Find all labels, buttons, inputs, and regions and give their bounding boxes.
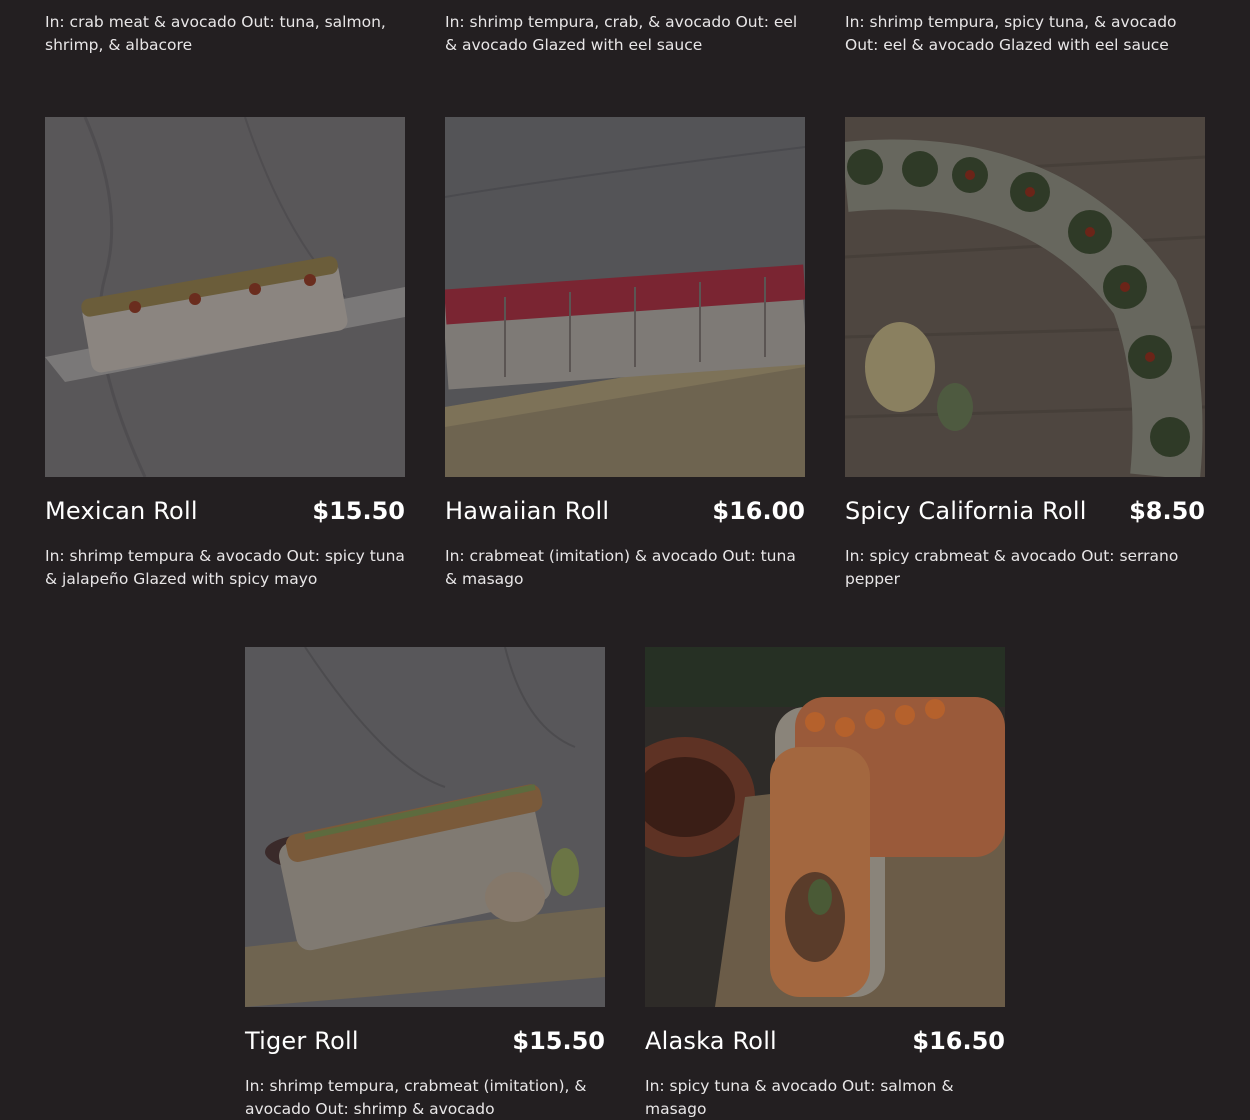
- menu-item-description: In: crabmeat (imitation) & avocado Out: …: [445, 547, 796, 588]
- alaska-roll-photo: [645, 647, 1005, 1007]
- menu-item-description: In: shrimp tempura, crab, & avocado Out:…: [445, 13, 798, 54]
- menu-item-name: Mexican Roll: [45, 497, 198, 525]
- menu-item-name: Hawaiian Roll: [445, 497, 610, 525]
- menu-item-card[interactable]: Tiger Roll $15.50 In: shrimp tempura, cr…: [245, 647, 605, 1120]
- tiger-roll-photo: [245, 647, 605, 1007]
- menu-item-name: Spicy California Roll: [845, 497, 1087, 525]
- menu-item-description: In: spicy crabmeat & avocado Out: serran…: [845, 547, 1179, 588]
- menu-item-card[interactable]: Mexican Roll $15.50 In: shrimp tempura &…: [45, 117, 405, 591]
- menu-item-description: In: shrimp tempura & avocado Out: spicy …: [45, 547, 405, 588]
- menu-item-name: Alaska Roll: [645, 1027, 777, 1055]
- hawaiian-roll-photo: [445, 117, 805, 477]
- menu-item-description: In: shrimp tempura, spicy tuna, & avocad…: [845, 13, 1177, 54]
- spicy-california-roll-photo: [845, 117, 1205, 477]
- menu-item-price: $16.00: [712, 497, 805, 525]
- menu-page: In: crab meat & avocado Out: tuna, salmo…: [0, 0, 1250, 1120]
- mexican-roll-photo: [45, 117, 405, 477]
- menu-item-description: In: spicy tuna & avocado Out: salmon & m…: [645, 1077, 954, 1118]
- menu-item-card[interactable]: Hawaiian Roll $16.00 In: crabmeat (imita…: [445, 117, 805, 591]
- menu-item-price: $15.50: [512, 1027, 605, 1055]
- menu-item-description: In: crab meat & avocado Out: tuna, salmo…: [45, 13, 386, 54]
- menu-item-price: $8.50: [1129, 497, 1205, 525]
- menu-item-name: Tiger Roll: [245, 1027, 359, 1055]
- menu-item-price: $15.50: [312, 497, 405, 525]
- menu-item-card[interactable]: Spicy California Roll $8.50 In: spicy cr…: [845, 117, 1205, 591]
- menu-item-price: $16.50: [912, 1027, 1005, 1055]
- menu-item-card[interactable]: Alaska Roll $16.50 In: spicy tuna & avoc…: [645, 647, 1005, 1120]
- menu-item-description: In: shrimp tempura, crabmeat (imitation)…: [245, 1077, 587, 1118]
